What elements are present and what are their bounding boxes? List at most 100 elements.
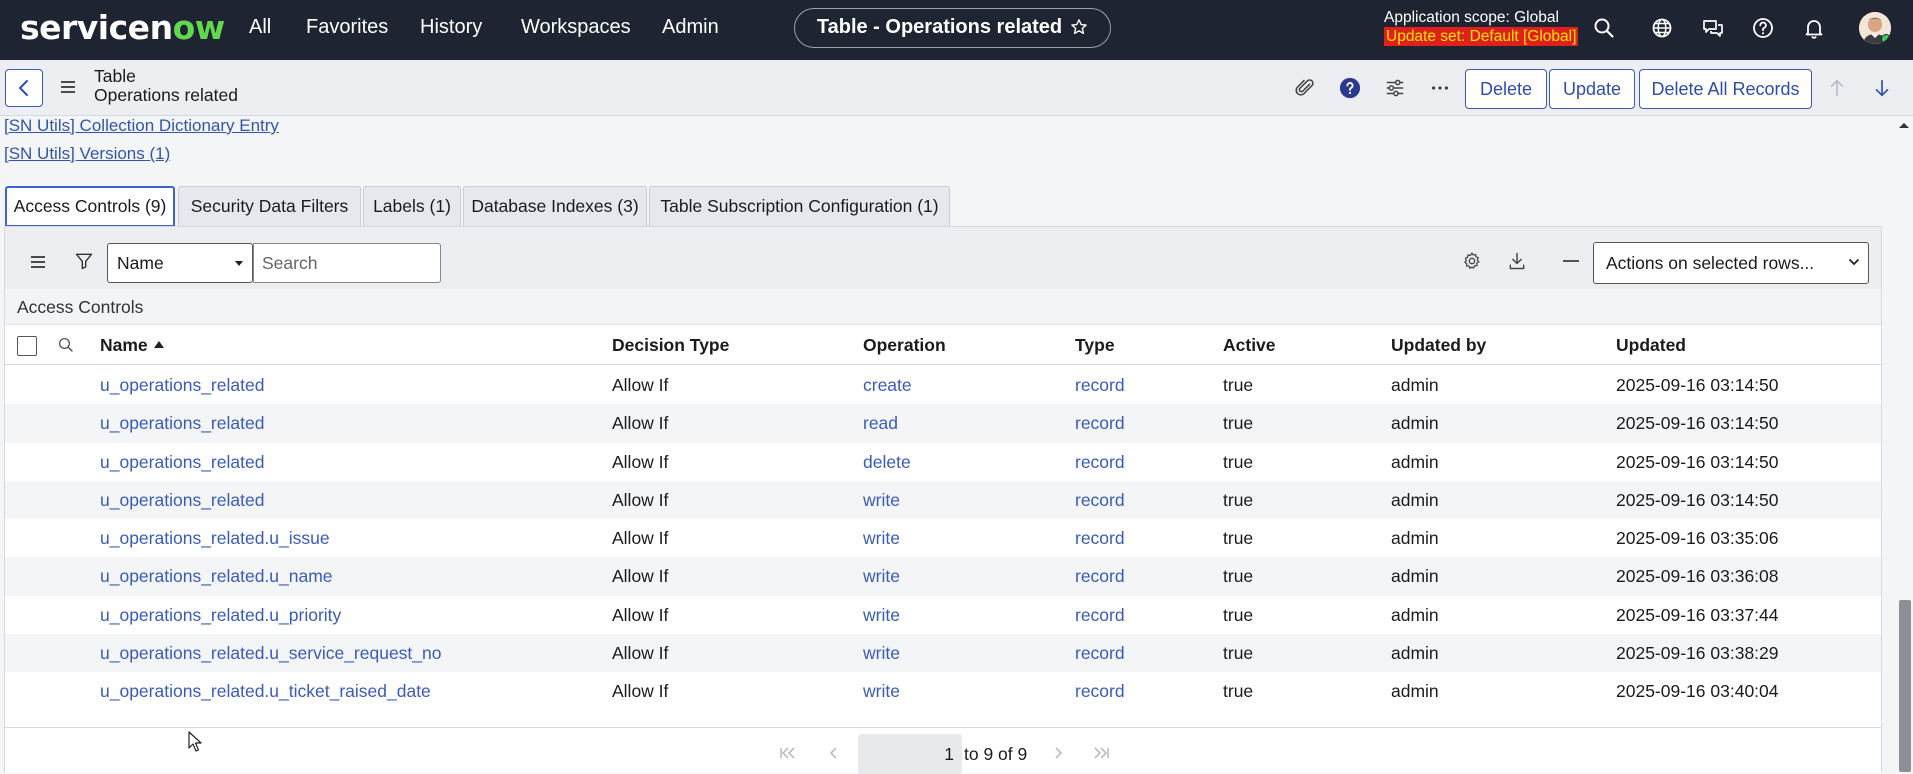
page-title-pill[interactable]: Table - Operations related (794, 8, 1111, 48)
star-icon[interactable] (1070, 18, 1088, 36)
access-controls-list: Name Actions on selected rows... Access … (4, 226, 1882, 774)
paperclip-icon[interactable] (1294, 77, 1316, 99)
cell-name[interactable]: u_operations_related (100, 404, 264, 442)
scroll-up-caret-icon[interactable] (1898, 120, 1910, 130)
cell-name[interactable]: u_operations_related.u_ticket_raised_dat… (100, 672, 431, 710)
tab-security-data-filters[interactable]: Security Data Filters (178, 186, 361, 227)
globe-icon[interactable] (1650, 16, 1674, 40)
delete-all-records-button[interactable]: Delete All Records (1639, 69, 1812, 109)
tab-access-controls[interactable]: Access Controls (9) (5, 186, 175, 227)
table-row[interactable]: u_operations_related.u_issue Allow If writ… (5, 519, 1881, 557)
download-icon[interactable] (1507, 251, 1527, 271)
cell-decision-type: Allow If (612, 528, 669, 549)
context-menu-icon[interactable] (60, 80, 76, 94)
question-icon[interactable] (1339, 77, 1361, 99)
first-page-icon[interactable] (780, 747, 796, 759)
menu-workspaces[interactable]: Workspaces (521, 0, 631, 54)
arrow-up-icon[interactable] (1826, 77, 1848, 99)
column-header-type[interactable]: Type (1075, 325, 1115, 365)
cell-type[interactable]: record (1075, 634, 1125, 672)
column-header-decision-type[interactable]: Decision Type (612, 325, 729, 365)
table-row[interactable]: u_operations_related Allow If read record tr… (5, 404, 1881, 443)
search-icon[interactable] (1592, 16, 1616, 40)
cell-type[interactable]: record (1075, 557, 1125, 595)
table-row[interactable]: u_operations_related Allow If create record… (5, 366, 1881, 404)
filter-icon[interactable] (74, 251, 94, 271)
table-row[interactable]: u_operations_related.u_name Allow If write… (5, 557, 1881, 596)
cell-operation[interactable]: write (863, 672, 900, 710)
help-icon[interactable] (1751, 16, 1775, 40)
cell-name[interactable]: u_operations_related.u_priority (100, 596, 341, 634)
update-button[interactable]: Update (1549, 69, 1635, 109)
user-avatar[interactable] (1859, 12, 1891, 44)
last-page-icon[interactable] (1093, 747, 1109, 759)
previous-page-icon[interactable] (829, 747, 839, 759)
page-range-text: to 9 of 9 (964, 744, 1028, 764)
table-row[interactable]: u_operations_related Allow If delete record… (5, 443, 1881, 481)
servicenow-logo[interactable]: servicenow (20, 8, 225, 47)
tab-table-subscription-configuration[interactable]: Table Subscription Configuration (1) (649, 186, 950, 227)
tab-database-indexes[interactable]: Database Indexes (3) (463, 186, 647, 227)
bell-icon[interactable] (1802, 16, 1826, 40)
delete-button[interactable]: Delete (1465, 69, 1547, 109)
cell-type[interactable]: record (1075, 481, 1125, 519)
menu-admin[interactable]: Admin (662, 0, 719, 54)
cell-name[interactable]: u_operations_related.u_name (100, 557, 333, 595)
cell-type[interactable]: record (1075, 404, 1125, 442)
cell-operation[interactable]: write (863, 634, 900, 672)
more-icon[interactable] (1429, 77, 1451, 99)
cell-name[interactable]: u_operations_related.u_service_request_n… (100, 634, 442, 672)
gear-icon[interactable] (1462, 251, 1482, 271)
table-row[interactable]: u_operations_related Allow If write record t… (5, 480, 1881, 520)
search-field-select[interactable]: Name (107, 243, 253, 283)
related-link-versions[interactable]: [SN Utils] Versions (1) (4, 144, 170, 164)
cell-type[interactable]: record (1075, 366, 1125, 404)
menu-favorites[interactable]: Favorites (306, 0, 388, 54)
actions-on-selected-rows-select[interactable]: Actions on selected rows... (1593, 242, 1869, 284)
column-header-name[interactable]: Name (100, 325, 164, 365)
arrow-down-icon[interactable] (1871, 77, 1893, 99)
cell-updated-by: admin (1391, 375, 1439, 395)
column-search-icon[interactable] (57, 336, 75, 354)
cell-active: true (1223, 489, 1254, 510)
cell-name[interactable]: u_operations_related.u_issue (100, 519, 330, 557)
cell-operation[interactable]: write (863, 557, 900, 595)
table-row[interactable]: u_operations_related.u_priority Allow If w… (5, 596, 1881, 634)
cell-operation[interactable]: write (863, 481, 900, 519)
cell-name[interactable]: u_operations_related (100, 366, 264, 404)
column-header-active[interactable]: Active (1223, 325, 1276, 365)
table-row[interactable]: u_operations_related.u_ticket_raised_dat… (5, 672, 1881, 710)
cell-operation[interactable]: delete (863, 443, 911, 481)
select-all-checkbox[interactable] (17, 336, 37, 356)
page-number-input[interactable]: 1 (858, 734, 962, 774)
back-button[interactable] (5, 69, 43, 107)
table-row[interactable]: u_operations_related.u_service_request_n… (5, 634, 1881, 673)
cell-operation[interactable]: write (863, 596, 900, 634)
cell-type[interactable]: record (1075, 672, 1125, 710)
menu-history[interactable]: History (420, 0, 482, 54)
sliders-icon[interactable] (1384, 77, 1406, 99)
cell-type[interactable]: record (1075, 519, 1125, 557)
cell-operation[interactable]: create (863, 366, 912, 404)
scope-indicator[interactable]: Application scope: Global Update set: De… (1384, 8, 1579, 46)
cell-active: true (1223, 413, 1254, 434)
cell-name[interactable]: u_operations_related (100, 443, 264, 481)
column-header-updated[interactable]: Updated (1616, 325, 1686, 365)
list-menu-icon[interactable] (30, 255, 46, 269)
cell-type[interactable]: record (1075, 443, 1125, 481)
tab-labels[interactable]: Labels (1) (363, 186, 461, 227)
menu-all[interactable]: All (249, 0, 271, 54)
minus-icon[interactable] (1562, 259, 1580, 263)
cell-type[interactable]: record (1075, 596, 1125, 634)
cell-operation[interactable]: read (863, 404, 898, 442)
page-scrollbar-thumb[interactable] (1899, 600, 1911, 772)
cell-operation[interactable]: write (863, 519, 900, 557)
search-input[interactable] (253, 243, 441, 283)
column-header-operation[interactable]: Operation (863, 325, 946, 365)
cell-name[interactable]: u_operations_related (100, 481, 264, 519)
next-page-icon[interactable] (1053, 747, 1063, 759)
cell-decision-type: Allow If (612, 643, 669, 664)
related-link-collection-dictionary[interactable]: [SN Utils] Collection Dictionary Entry (4, 116, 279, 136)
column-header-updated-by[interactable]: Updated by (1391, 325, 1486, 365)
chat-icon[interactable] (1701, 16, 1725, 40)
